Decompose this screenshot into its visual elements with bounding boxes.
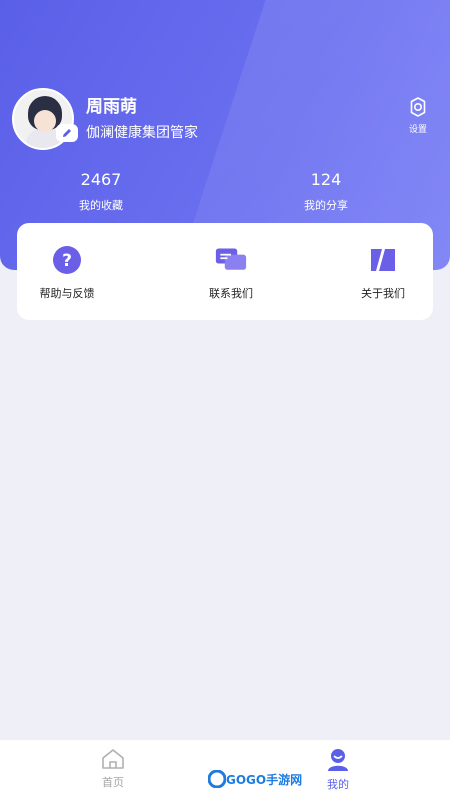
watermark-logo: GOGO手游网 (208, 770, 302, 788)
contact-us-label: 联系我们 (209, 287, 253, 300)
stat-favorites[interactable]: 2467 我的收藏 (41, 170, 161, 213)
favorites-count: 2467 (80, 170, 122, 189)
favorites-label: 我的收藏 (79, 199, 123, 212)
help-feedback-label: 帮助与反馈 (39, 287, 95, 300)
settings-label: 设置 (408, 125, 427, 135)
watermark-text: GOGO手游网 (226, 772, 303, 787)
tab-mine[interactable]: 我的 (308, 748, 368, 796)
home-icon (102, 749, 124, 769)
gear-icon (410, 97, 426, 117)
shares-label: 我的分享 (304, 199, 348, 212)
settings-button[interactable]: 设置 (403, 96, 433, 136)
tab-home-label: 首页 (102, 776, 124, 789)
chat-icon (215, 248, 247, 270)
tab-mine-label: 我的 (327, 778, 349, 791)
about-us-label: 关于我们 (361, 287, 405, 300)
edit-icon[interactable] (56, 124, 78, 142)
contact-us-button[interactable]: 联系我们 (176, 223, 286, 320)
quick-actions-card: ? 帮助与反馈 联系我们 关于我们 (17, 223, 433, 320)
help-icon: ? (53, 246, 81, 274)
about-icon (371, 249, 395, 271)
user-icon (328, 749, 348, 771)
user-name: 周雨萌 (86, 97, 137, 117)
svg-text:?: ? (62, 251, 72, 271)
tab-home[interactable]: 首页 (83, 748, 143, 796)
about-us-button[interactable]: 关于我们 (328, 223, 438, 320)
help-feedback-button[interactable]: ? 帮助与反馈 (12, 223, 122, 320)
stat-shares[interactable]: 124 我的分享 (266, 170, 386, 213)
shares-count: 124 (310, 170, 342, 189)
organization-name: 伽澜健康集团管家 (86, 125, 198, 141)
